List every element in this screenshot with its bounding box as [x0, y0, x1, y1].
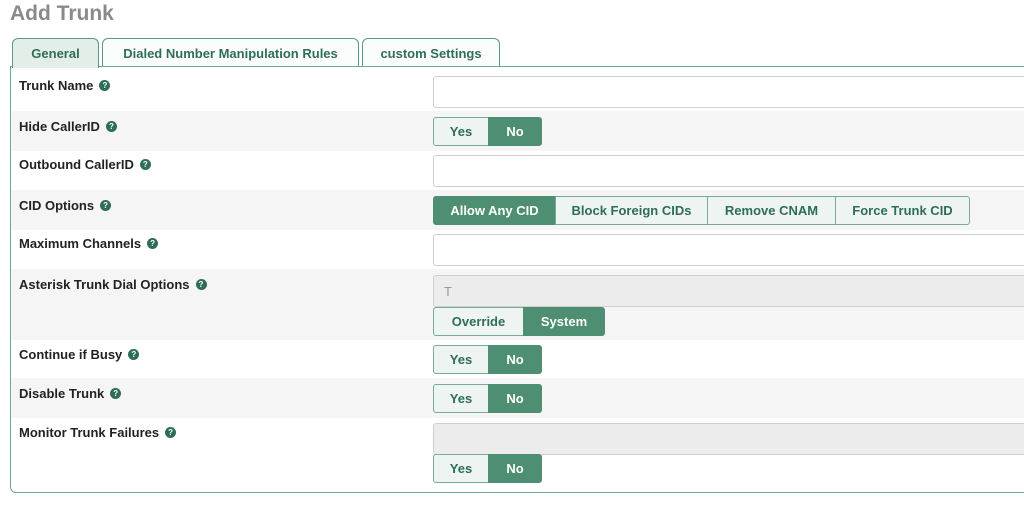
- page-title: Add Trunk: [10, 2, 114, 25]
- monitor-trunk-failures-label: Monitor Trunk Failures ?: [19, 425, 177, 440]
- tab-custom-settings[interactable]: custom Settings: [362, 38, 500, 67]
- help-icon[interactable]: ?: [139, 159, 151, 170]
- tab-general[interactable]: General: [12, 38, 99, 68]
- maximum-channels-label: Maximum Channels ?: [19, 236, 159, 251]
- hide-callerid-yes-button[interactable]: Yes: [433, 117, 489, 146]
- trunk-name-input[interactable]: [433, 76, 1024, 108]
- monitor-trunk-failures-yes-button[interactable]: Yes: [433, 454, 489, 483]
- monitor-trunk-failures-toggle: Yes No: [433, 454, 542, 483]
- dial-options-toggle: Override System: [433, 307, 605, 336]
- dial-options-system-button[interactable]: System: [523, 307, 605, 336]
- help-icon[interactable]: ?: [128, 349, 140, 360]
- cid-options-group: Allow Any CID Block Foreign CIDs Remove …: [433, 196, 970, 225]
- cid-allow-any-button[interactable]: Allow Any CID: [433, 196, 556, 225]
- monitor-trunk-failures-input: [433, 423, 1024, 455]
- disable-trunk-no-button[interactable]: No: [488, 384, 542, 413]
- help-icon[interactable]: ?: [100, 200, 112, 211]
- help-icon[interactable]: ?: [195, 279, 207, 290]
- disable-trunk-label: Disable Trunk ?: [19, 386, 122, 401]
- hide-callerid-toggle: Yes No: [433, 117, 542, 146]
- hide-callerid-label: Hide CallerID ?: [19, 119, 117, 134]
- help-icon[interactable]: ?: [147, 238, 159, 249]
- monitor-trunk-failures-no-button[interactable]: No: [488, 454, 542, 483]
- help-icon[interactable]: ?: [99, 80, 111, 91]
- continue-if-busy-yes-button[interactable]: Yes: [433, 345, 489, 374]
- help-icon[interactable]: ?: [110, 388, 122, 399]
- dial-options-label: Asterisk Trunk Dial Options ?: [19, 277, 207, 292]
- continue-if-busy-no-button[interactable]: No: [488, 345, 542, 374]
- outbound-callerid-input[interactable]: [433, 155, 1024, 187]
- maximum-channels-input[interactable]: [433, 234, 1024, 266]
- cid-remove-cnam-button[interactable]: Remove CNAM: [707, 196, 836, 225]
- cid-block-foreign-button[interactable]: Block Foreign CIDs: [555, 196, 708, 225]
- continue-if-busy-toggle: Yes No: [433, 345, 542, 374]
- trunk-name-label: Trunk Name ?: [19, 78, 111, 93]
- disable-trunk-toggle: Yes No: [433, 384, 542, 413]
- outbound-callerid-label: Outbound CallerID ?: [19, 157, 151, 172]
- dial-options-override-button[interactable]: Override: [433, 307, 524, 336]
- cid-options-label: CID Options ?: [19, 198, 112, 213]
- help-icon[interactable]: ?: [165, 427, 177, 438]
- dial-options-input: [433, 275, 1024, 307]
- continue-if-busy-label: Continue if Busy ?: [19, 347, 140, 362]
- disable-trunk-yes-button[interactable]: Yes: [433, 384, 489, 413]
- tab-dialed-number-manipulation-rules[interactable]: Dialed Number Manipulation Rules: [102, 38, 359, 67]
- hide-callerid-no-button[interactable]: No: [488, 117, 542, 146]
- help-icon[interactable]: ?: [105, 121, 117, 132]
- cid-force-trunk-button[interactable]: Force Trunk CID: [835, 196, 970, 225]
